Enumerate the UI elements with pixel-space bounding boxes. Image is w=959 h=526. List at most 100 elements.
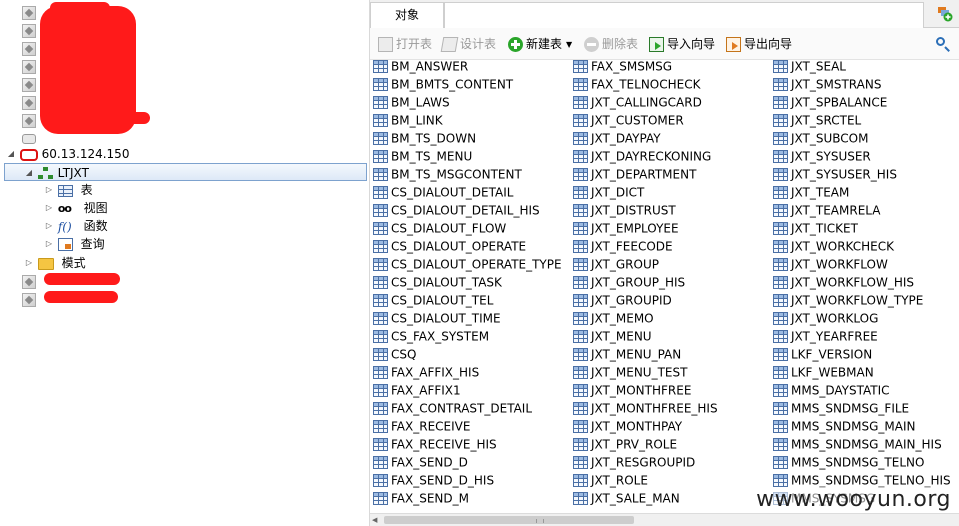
table-list-item[interactable]: FAX_SEND_D xyxy=(370,453,570,471)
table-list-item[interactable]: BM_LINK xyxy=(370,111,570,129)
table-list-item[interactable]: JXT_WORKCHECK xyxy=(770,237,959,255)
design-table-button[interactable]: 设计表 xyxy=(440,35,496,53)
collapse-arrow-icon[interactable]: ◢ xyxy=(24,164,34,182)
table-list-item[interactable]: JXT_CALLINGCARD xyxy=(570,93,770,111)
table-list-item[interactable]: MMS_SNDMSG_TELNO xyxy=(770,453,959,471)
table-list-item[interactable]: JXT_GROUPID xyxy=(570,291,770,309)
table-list-item[interactable]: MMS_DAYSTATIC xyxy=(770,381,959,399)
table-list-item[interactable]: FAX_SMSMSG xyxy=(570,57,770,75)
table-list-item[interactable]: JXT_SALE_MAN xyxy=(570,489,770,507)
expand-arrow-icon[interactable]: ▷ xyxy=(24,254,34,272)
chevron-down-icon[interactable]: ▼ xyxy=(566,36,572,54)
table-list-item[interactable]: JXT_YEARFREE xyxy=(770,327,959,345)
table-list-item[interactable]: JXT_TEAMRELA xyxy=(770,201,959,219)
table-list-item[interactable]: JXT_RESGROUPID xyxy=(570,453,770,471)
expand-arrow-icon[interactable]: ▷ xyxy=(44,235,54,253)
expand-arrow-icon[interactable]: ▷ xyxy=(44,199,54,217)
table-list-item[interactable]: JXT_GROUP xyxy=(570,255,770,273)
tree-connection-oracle[interactable]: ◢ 60.13.124.150 xyxy=(6,145,130,163)
table-list-item[interactable]: BM_BMTS_CONTENT xyxy=(370,75,570,93)
table-list-item[interactable]: JXT_PRV_ROLE xyxy=(570,435,770,453)
table-list-item[interactable]: JXT_SYSUSER xyxy=(770,147,959,165)
table-list-item[interactable]: CS_DIALOUT_DETAIL_HIS xyxy=(370,201,570,219)
table-list-item[interactable]: JXT_CUSTOMER xyxy=(570,111,770,129)
table-list-item[interactable]: JXT_DAYPAY xyxy=(570,129,770,147)
table-list-item[interactable]: CS_FAX_SYSTEM xyxy=(370,327,570,345)
table-list-item[interactable]: FAX_RECEIVE xyxy=(370,417,570,435)
table-list-item[interactable]: JXT_MONTHPAY xyxy=(570,417,770,435)
table-list-item[interactable]: JXT_WORKFLOW_TYPE xyxy=(770,291,959,309)
tree-node-functions[interactable]: ▷ f() 函数 xyxy=(44,217,108,235)
table-list-item[interactable]: MMS_SNDMSG_MAIN xyxy=(770,417,959,435)
table-list-item[interactable]: JXT_MENU_TEST xyxy=(570,363,770,381)
table-list-item[interactable]: JXT_WORKFLOW xyxy=(770,255,959,273)
table-list-item[interactable]: JXT_WORKLOG xyxy=(770,309,959,327)
table-list-item[interactable]: CS_DIALOUT_OPERATE_TYPE xyxy=(370,255,570,273)
table-list-item[interactable]: BM_TS_MENU xyxy=(370,147,570,165)
tree-connection-redacted-10[interactable] xyxy=(22,290,36,308)
tree-connection-redacted-4[interactable] xyxy=(22,57,36,75)
table-list-item[interactable]: FAX_SEND_D_HIS xyxy=(370,471,570,489)
table-list-item[interactable]: JXT_DICT xyxy=(570,183,770,201)
new-tab-button[interactable] xyxy=(937,6,953,22)
table-list-item[interactable]: MMS_SNDMSG_FILE xyxy=(770,399,959,417)
tree-node-views[interactable]: ▷ oo 视图 xyxy=(44,199,108,217)
table-list-item[interactable]: JXT_SMSTRANS xyxy=(770,75,959,93)
table-list-item[interactable]: JXT_DAYRECKONING xyxy=(570,147,770,165)
new-table-button[interactable]: 新建表 ▼ xyxy=(508,35,572,53)
table-list-item[interactable]: JXT_MONTHFREE xyxy=(570,381,770,399)
table-list-item[interactable]: JXT_MEMO xyxy=(570,309,770,327)
table-list-item[interactable]: CS_DIALOUT_DETAIL xyxy=(370,183,570,201)
table-list-item[interactable]: BM_LAWS xyxy=(370,93,570,111)
table-list-item[interactable]: JXT_DISTRUST xyxy=(570,201,770,219)
search-button[interactable] xyxy=(935,36,951,52)
table-list-item[interactable]: CSQ xyxy=(370,345,570,363)
table-list-item[interactable]: CS_DIALOUT_TIME xyxy=(370,309,570,327)
table-list-item[interactable]: FAX_AFFIX_HIS xyxy=(370,363,570,381)
table-list-item[interactable]: FAX_TELNOCHECK xyxy=(570,75,770,93)
table-list-item[interactable]: MMS_SNDMSG_MAIN_HIS xyxy=(770,435,959,453)
horizontal-scrollbar[interactable]: ◀ xyxy=(370,513,959,526)
table-list-item[interactable]: JXT_MENU xyxy=(570,327,770,345)
tree-connection-redacted-7[interactable] xyxy=(22,111,36,129)
table-list-item[interactable]: JXT_MONTHFREE_HIS xyxy=(570,399,770,417)
table-list-item[interactable]: JXT_SRCTEL xyxy=(770,111,959,129)
scrollbar-thumb[interactable] xyxy=(384,516,634,524)
table-list-item[interactable]: CS_DIALOUT_TEL xyxy=(370,291,570,309)
table-list-item[interactable]: CS_DIALOUT_OPERATE xyxy=(370,237,570,255)
table-list-item[interactable]: BM_TS_DOWN xyxy=(370,129,570,147)
table-list-item[interactable]: LKF_WEBMAN xyxy=(770,363,959,381)
table-list-item[interactable]: BM_ANSWER xyxy=(370,57,570,75)
table-list-item[interactable]: JXT_SPBALANCE xyxy=(770,93,959,111)
tree-connection-redacted-5[interactable] xyxy=(22,75,36,93)
tree-connection-redacted-3[interactable] xyxy=(22,39,36,57)
scroll-left-arrow-icon[interactable]: ◀ xyxy=(372,516,377,524)
table-list-item[interactable]: CS_DIALOUT_FLOW xyxy=(370,219,570,237)
table-list-item[interactable]: BM_TS_MSGCONTENT xyxy=(370,165,570,183)
tree-connection-redacted-6[interactable] xyxy=(22,93,36,111)
tab-objects[interactable]: 对象 xyxy=(370,2,444,28)
table-list-item[interactable]: LKF_VERSION xyxy=(770,345,959,363)
tree-node-tables[interactable]: ▷ 表 xyxy=(44,181,93,199)
table-list-item[interactable]: JXT_FEECODE xyxy=(570,237,770,255)
table-list-item[interactable]: JXT_GROUP_HIS xyxy=(570,273,770,291)
table-list-item[interactable]: FAX_SEND_M xyxy=(370,489,570,507)
table-list-item[interactable]: FAX_CONTRAST_DETAIL xyxy=(370,399,570,417)
delete-table-button[interactable]: 删除表 xyxy=(584,35,638,53)
expand-arrow-icon[interactable]: ▷ xyxy=(44,181,54,199)
tree-node-queries[interactable]: ▷ 查询 xyxy=(44,235,105,253)
table-list-item[interactable]: JXT_ROLE xyxy=(570,471,770,489)
tree-connection-redacted-9[interactable] xyxy=(22,272,36,290)
table-list-item[interactable]: FAX_RECEIVE_HIS xyxy=(370,435,570,453)
table-list-item[interactable]: JXT_SYSUSER_HIS xyxy=(770,165,959,183)
tree-schema-ltjxt[interactable]: ◢ LTJXT xyxy=(4,163,367,181)
table-list-item[interactable]: JXT_TICKET xyxy=(770,219,959,237)
table-list-item[interactable]: JXT_TEAM xyxy=(770,183,959,201)
table-list-item[interactable]: JXT_MENU_PAN xyxy=(570,345,770,363)
table-list-item[interactable]: JXT_EMPLOYEE xyxy=(570,219,770,237)
table-list-item[interactable]: JXT_SEAL xyxy=(770,57,959,75)
open-table-button[interactable]: 打开表 xyxy=(378,35,432,53)
tree-node-schemas-folder[interactable]: ▷ 模式 xyxy=(24,254,86,272)
expand-arrow-icon[interactable]: ▷ xyxy=(44,217,54,235)
import-wizard-button[interactable]: 导入向导 xyxy=(649,35,715,53)
